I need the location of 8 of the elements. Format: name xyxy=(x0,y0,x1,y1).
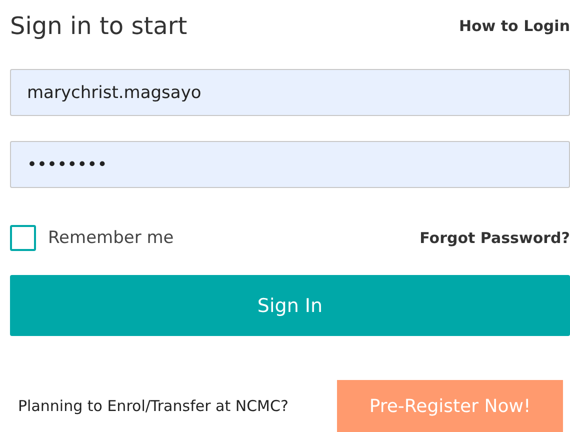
how-to-login-link[interactable]: How to Login xyxy=(458,17,570,35)
page-title: Sign in to start xyxy=(10,12,188,40)
remember-checkbox[interactable] xyxy=(10,225,36,251)
username-field[interactable]: marychrist.magsayo xyxy=(10,69,570,116)
remember-label: Remember me xyxy=(48,228,174,248)
enrol-prompt: Planning to Enrol/Transfer at NCMC? xyxy=(18,397,288,415)
forgot-password-link[interactable]: Forgot Password? xyxy=(420,229,570,247)
password-field[interactable]: •••••••• xyxy=(10,141,570,188)
